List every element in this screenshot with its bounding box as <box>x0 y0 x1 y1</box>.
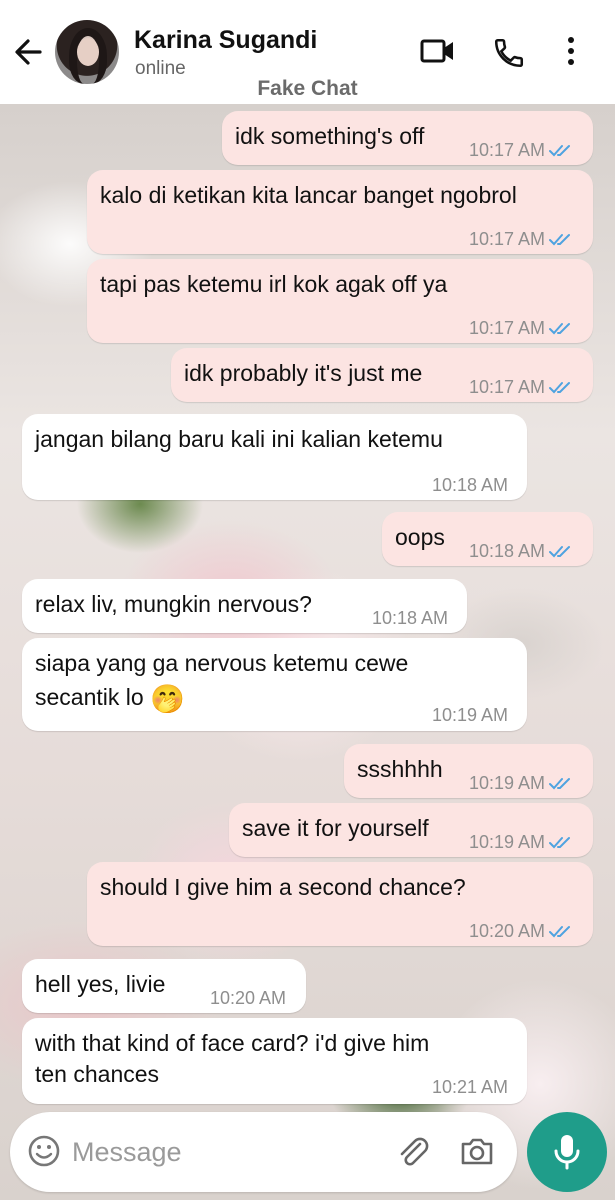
message-text: jangan bilang baru kali ini kalian ketem… <box>35 426 443 452</box>
avatar[interactable] <box>55 20 119 84</box>
message-text: oops <box>395 524 445 550</box>
read-receipt-icon <box>549 837 571 849</box>
message-time: 10:17 AM <box>469 140 546 160</box>
emoji-icon[interactable] <box>27 1134 61 1173</box>
camera-icon[interactable] <box>459 1134 495 1173</box>
read-receipt-icon <box>549 926 571 938</box>
message-time: 10:19 AM <box>469 832 546 852</box>
message-time: 10:17 AM <box>469 318 546 338</box>
message-text: ssshhhh <box>357 756 443 782</box>
message-text: kalo di ketikan kita lancar banget ngobr… <box>100 182 517 208</box>
message-text: save it for yourself <box>242 815 429 841</box>
message-time: 10:17 AM <box>469 229 546 249</box>
message-text-line2: secantik lo 🤭 <box>35 683 185 715</box>
message-time: 10:18 AM <box>469 541 546 561</box>
message-bubble-outgoing[interactable]: idk something's off 10:17 AM <box>222 111 593 165</box>
read-receipt-icon <box>549 145 571 157</box>
message-meta: 10:20 AM <box>469 916 573 947</box>
fake-chat-label: Fake Chat <box>257 77 358 100</box>
message-meta: 10:18 AM <box>469 536 573 567</box>
mic-icon <box>554 1135 580 1170</box>
message-meta: 10:19 AM <box>469 827 573 858</box>
message-text-line1: siapa yang ga nervous ketemu cewe <box>35 650 409 676</box>
message-bubble-outgoing[interactable]: idk probably it's just me 10:17 AM <box>171 348 593 402</box>
phone-icon[interactable] <box>492 36 526 75</box>
video-call-icon[interactable] <box>420 36 456 71</box>
message-bubble-incoming[interactable]: hell yes, livie 10:20 AM <box>22 959 306 1013</box>
message-meta: 10:17 AM <box>469 372 573 403</box>
message-bubble-outgoing[interactable]: tapi pas ketemu irl kok agak off ya 10:1… <box>87 259 593 343</box>
message-bubble-incoming[interactable]: siapa yang ga nervous ketemu cewe secant… <box>22 638 527 731</box>
read-receipt-icon <box>549 323 571 335</box>
message-bubble-incoming[interactable]: jangan bilang baru kali ini kalian ketem… <box>22 414 527 500</box>
read-receipt-icon <box>549 234 571 246</box>
more-vert-icon[interactable] <box>566 36 576 71</box>
face-with-hand-over-mouth-emoji: 🤭 <box>150 683 185 715</box>
message-text: relax liv, mungkin nervous? <box>35 591 312 617</box>
message-time: 10:20 AM <box>210 988 287 1008</box>
message-bubble-incoming[interactable]: relax liv, mungkin nervous? 10:18 AM <box>22 579 467 633</box>
message-bubble-incoming[interactable]: with that kind of face card? i'd give hi… <box>22 1018 527 1104</box>
read-receipt-icon <box>549 382 571 394</box>
message-input[interactable] <box>72 1130 382 1174</box>
message-bubble-outgoing[interactable]: ssshhhh 10:19 AM <box>344 744 593 798</box>
message-text: idk probably it's just me <box>184 360 423 386</box>
message-text: hell yes, livie <box>35 971 166 997</box>
message-text: should I give him a second chance? <box>100 874 466 900</box>
message-time: 10:19 AM <box>469 773 546 793</box>
message-text: idk something's off <box>235 123 425 149</box>
message-bubble-outgoing[interactable]: oops 10:18 AM <box>382 512 593 566</box>
attach-icon[interactable] <box>395 1134 431 1175</box>
message-meta: 10:17 AM <box>469 313 573 344</box>
message-bubble-outgoing[interactable]: should I give him a second chance? 10:20… <box>87 862 593 946</box>
message-time: 10:18 AM <box>432 475 509 495</box>
message-text: tapi pas ketemu irl kok agak off ya <box>100 271 448 297</box>
message-meta: 10:17 AM <box>469 135 573 166</box>
mic-button[interactable] <box>527 1112 607 1192</box>
message-bubble-outgoing[interactable]: save it for yourself 10:19 AM <box>229 803 593 857</box>
message-time: 10:17 AM <box>469 377 546 397</box>
message-time: 10:21 AM <box>432 1077 509 1097</box>
back-arrow-icon[interactable] <box>12 34 44 70</box>
message-time: 10:18 AM <box>372 608 449 628</box>
message-text-line2: ten chances <box>35 1061 160 1087</box>
message-time: 10:19 AM <box>432 705 509 725</box>
message-meta: 10:17 AM <box>469 224 573 255</box>
message-bubble-outgoing[interactable]: kalo di ketikan kita lancar banget ngobr… <box>87 170 593 254</box>
message-text-line1: with that kind of face card? i'd give hi… <box>35 1030 430 1056</box>
contact-name[interactable]: Karina Sugandi <box>134 26 317 55</box>
read-receipt-icon <box>549 778 571 790</box>
read-receipt-icon <box>549 546 571 558</box>
message-time: 10:20 AM <box>469 921 546 941</box>
message-composer <box>10 1112 517 1192</box>
message-meta: 10:19 AM <box>469 768 573 799</box>
